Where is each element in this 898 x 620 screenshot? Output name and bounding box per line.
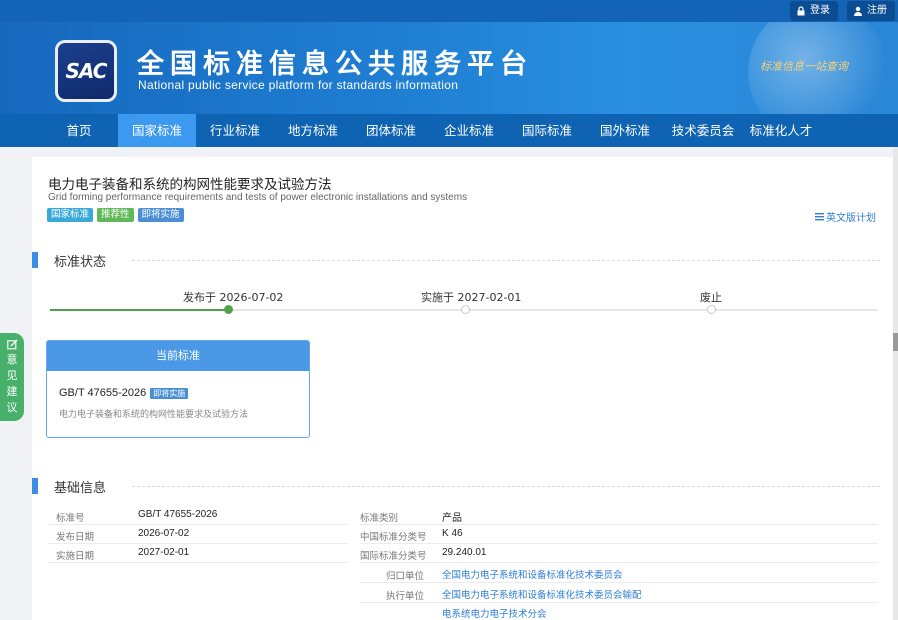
info-label: 归口单位 bbox=[386, 571, 425, 582]
info-label: 发布日期 bbox=[56, 532, 95, 543]
info-row: 标准号 GB/T 47655-2026 bbox=[48, 506, 348, 525]
current-standard-code-row: GB/T 47655-2026 即将实施 bbox=[59, 387, 189, 399]
info-row: 电系统电力电子技术分会 bbox=[360, 603, 878, 620]
nav-item[interactable]: 行业标准 bbox=[196, 114, 274, 147]
timeline-label-effective: 实施于 2027-02-01 bbox=[421, 291, 522, 304]
user-icon bbox=[854, 6, 862, 16]
status-badge: 即将实施 bbox=[150, 387, 189, 399]
register-label: 注册 bbox=[867, 5, 887, 16]
section-divider bbox=[132, 260, 880, 261]
timeline-dot-published bbox=[224, 305, 233, 314]
info-label: 执行单位 bbox=[386, 591, 425, 602]
register-button[interactable]: 注册 bbox=[847, 1, 895, 21]
info-value: 2026-07-02 bbox=[138, 528, 190, 539]
nav-item[interactable]: 团体标准 bbox=[352, 114, 430, 147]
info-row: 实施日期 2027-02-01 bbox=[48, 544, 348, 563]
nav-item[interactable]: 地方标准 bbox=[274, 114, 352, 147]
section-marker bbox=[32, 252, 38, 268]
info-row: 归口单位 全国电力电子系统和设备标准化技术委员会 bbox=[360, 564, 878, 583]
info-link[interactable]: 电系统电力电子技术分会 bbox=[442, 606, 547, 620]
nav-item[interactable]: 技术委员会 bbox=[664, 114, 742, 147]
lock-icon bbox=[797, 6, 805, 16]
info-row: 标准类别 产品 bbox=[360, 506, 878, 525]
info-label: 标准号 bbox=[56, 513, 85, 524]
info-link[interactable]: 全国电力电子系统和设备标准化技术委员会 bbox=[442, 567, 623, 581]
site-slogan: 标准信息一站查询 bbox=[760, 60, 848, 73]
standard-tags: 国家标准 推荐性 即将实施 bbox=[47, 208, 184, 222]
nav-item[interactable]: 标准化人才 bbox=[742, 114, 820, 147]
logo-text: SAC bbox=[65, 59, 108, 83]
feedback-tab[interactable]: 意 见 建 议 bbox=[0, 333, 24, 421]
feedback-char: 意 bbox=[6, 353, 18, 366]
basic-section-header: 基础信息 bbox=[32, 478, 880, 496]
scrollbar-thumb[interactable] bbox=[893, 333, 898, 351]
login-label: 登录 bbox=[810, 5, 830, 16]
timeline-label-abolished: 废止 bbox=[700, 291, 722, 304]
current-standard-heading: 当前标准 bbox=[47, 341, 309, 371]
info-label: 国际标准分类号 bbox=[360, 551, 427, 562]
section-divider bbox=[132, 486, 880, 487]
nav-item[interactable]: 国际标准 bbox=[508, 114, 586, 147]
info-row: 执行单位 全国电力电子系统和设备标准化技术委员会输配 bbox=[360, 584, 878, 603]
info-label: 实施日期 bbox=[56, 551, 95, 562]
info-link[interactable]: 全国电力电子系统和设备标准化技术委员会输配 bbox=[442, 587, 642, 601]
site-title[interactable]: 全国标准信息公共服务平台 bbox=[137, 42, 533, 81]
nav-item[interactable]: 企业标准 bbox=[430, 114, 508, 147]
login-button[interactable]: 登录 bbox=[790, 1, 838, 21]
info-label: 标准类别 bbox=[360, 513, 399, 524]
timeline-dot-abolished bbox=[707, 305, 716, 314]
timeline-dot-effective bbox=[461, 305, 470, 314]
nav-item[interactable]: 国外标准 bbox=[586, 114, 664, 147]
top-bar: 登录 注册 bbox=[0, 0, 898, 22]
feedback-char: 见 bbox=[6, 369, 18, 382]
edit-icon bbox=[6, 339, 17, 350]
section-marker bbox=[32, 478, 38, 494]
current-standard-code[interactable]: GB/T 47655-2026 bbox=[59, 387, 146, 399]
site-subtitle: National public service platform for sta… bbox=[138, 78, 459, 92]
status-heading: 标准状态 bbox=[54, 255, 107, 270]
feedback-char: 议 bbox=[6, 401, 18, 414]
info-row: 中国标准分类号 K 46 bbox=[360, 525, 878, 544]
english-plan-link[interactable]: 英文版计划 bbox=[815, 209, 876, 224]
nav-item[interactable]: 国家标准 bbox=[118, 114, 196, 147]
sac-logo[interactable]: SAC bbox=[55, 40, 117, 102]
nav-item[interactable]: 首页 bbox=[40, 114, 118, 147]
info-row: 国际标准分类号 29.240.01 bbox=[360, 544, 878, 563]
tag-upcoming: 即将实施 bbox=[137, 208, 184, 222]
standard-title-en: Grid forming performance requirements an… bbox=[48, 192, 468, 203]
info-value: GB/T 47655-2026 bbox=[138, 509, 218, 520]
main-nav: 首页 国家标准 行业标准 地方标准 团体标准 企业标准 国际标准 国外标准 技术委员会 标准化人才 bbox=[0, 114, 898, 147]
tag-national: 国家标准 bbox=[47, 208, 94, 222]
timeline-progress bbox=[50, 309, 230, 311]
info-row: 发布日期 2026-07-02 bbox=[48, 525, 348, 544]
scrollbar-track[interactable] bbox=[893, 147, 898, 620]
list-icon bbox=[815, 213, 824, 221]
feedback-char: 建 bbox=[6, 385, 18, 398]
standard-title-cn: 电力电子装备和系统的构网性能要求及试验方法 bbox=[48, 177, 332, 193]
current-standard-card[interactable]: 当前标准 GB/T 47655-2026 即将实施 电力电子装备和系统的构网性能… bbox=[46, 340, 310, 438]
info-value: 产品 bbox=[442, 513, 462, 524]
current-standard-name: 电力电子装备和系统的构网性能要求及试验方法 bbox=[59, 410, 249, 420]
site-header: SAC 全国标准信息公共服务平台 National public service… bbox=[0, 22, 898, 114]
info-label: 中国标准分类号 bbox=[360, 532, 427, 543]
status-section-header: 标准状态 bbox=[32, 252, 880, 270]
info-value: 2027-02-01 bbox=[138, 547, 190, 558]
info-value: 29.240.01 bbox=[442, 547, 487, 558]
basic-heading: 基础信息 bbox=[54, 481, 107, 496]
english-plan-label: 英文版计划 bbox=[826, 213, 876, 224]
timeline-label-published: 发布于 2026-07-02 bbox=[183, 291, 284, 304]
tag-recommended: 推荐性 bbox=[97, 208, 134, 222]
info-value: K 46 bbox=[442, 528, 463, 539]
